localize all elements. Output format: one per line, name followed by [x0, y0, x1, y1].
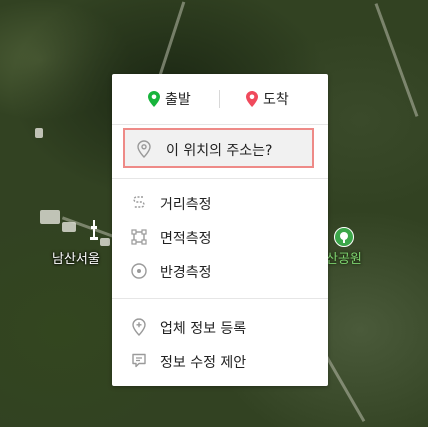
location-pin-icon — [137, 140, 151, 158]
tree-icon — [340, 232, 348, 243]
radius-icon — [131, 263, 147, 279]
suggest-edit-icon — [132, 353, 146, 368]
origin-label: 출발 — [165, 92, 191, 108]
map-building — [100, 238, 110, 246]
map-building — [62, 222, 76, 232]
menu-item-label: 거리측정 — [160, 197, 212, 213]
menu-item-label: 반경측정 — [160, 265, 212, 281]
menu-separator — [112, 178, 328, 179]
menu-item-label: 정보 수정 제안 — [160, 355, 247, 371]
menu-item-label: 업체 정보 등록 — [160, 321, 247, 337]
menu-item-radius[interactable]: 반경측정 — [112, 256, 328, 286]
menu-separator — [112, 298, 328, 299]
route-row: 출발 도착 — [112, 74, 328, 125]
address-query-button[interactable]: 이 위치의 주소는? — [123, 128, 314, 168]
map-label-park[interactable]: 산공원 — [326, 248, 362, 267]
menu-item-area[interactable]: 면적측정 — [112, 222, 328, 252]
distance-icon — [133, 196, 145, 208]
menu-item-distance[interactable]: 거리측정 — [112, 188, 328, 218]
menu-item-register-business[interactable]: 업체 정보 등록 — [112, 312, 328, 342]
destination-label: 도착 — [263, 92, 289, 108]
map-context-menu: 출발 도착 이 위치의 주소는? 거리측정 면적측정 반경측정 업체 정보 등록… — [112, 74, 328, 386]
park-icon[interactable] — [334, 227, 354, 247]
menu-item-suggest-edit[interactable]: 정보 수정 제안 — [112, 346, 328, 376]
map-road — [374, 3, 419, 117]
map-road — [157, 1, 186, 79]
map-label-namsan-tower[interactable]: 남산서울 — [52, 248, 100, 267]
route-divider — [219, 90, 220, 108]
map-building — [35, 128, 43, 138]
set-origin-button[interactable]: 출발 — [148, 88, 191, 110]
area-icon — [131, 229, 147, 245]
origin-pin-icon — [148, 91, 160, 107]
map-building — [40, 210, 60, 224]
menu-item-label: 면적측정 — [160, 231, 212, 247]
destination-pin-icon — [246, 91, 258, 107]
add-place-icon — [132, 318, 146, 336]
set-destination-button[interactable]: 도착 — [246, 88, 289, 110]
address-query-label: 이 위치의 주소는? — [166, 143, 273, 159]
tower-icon — [90, 220, 98, 240]
